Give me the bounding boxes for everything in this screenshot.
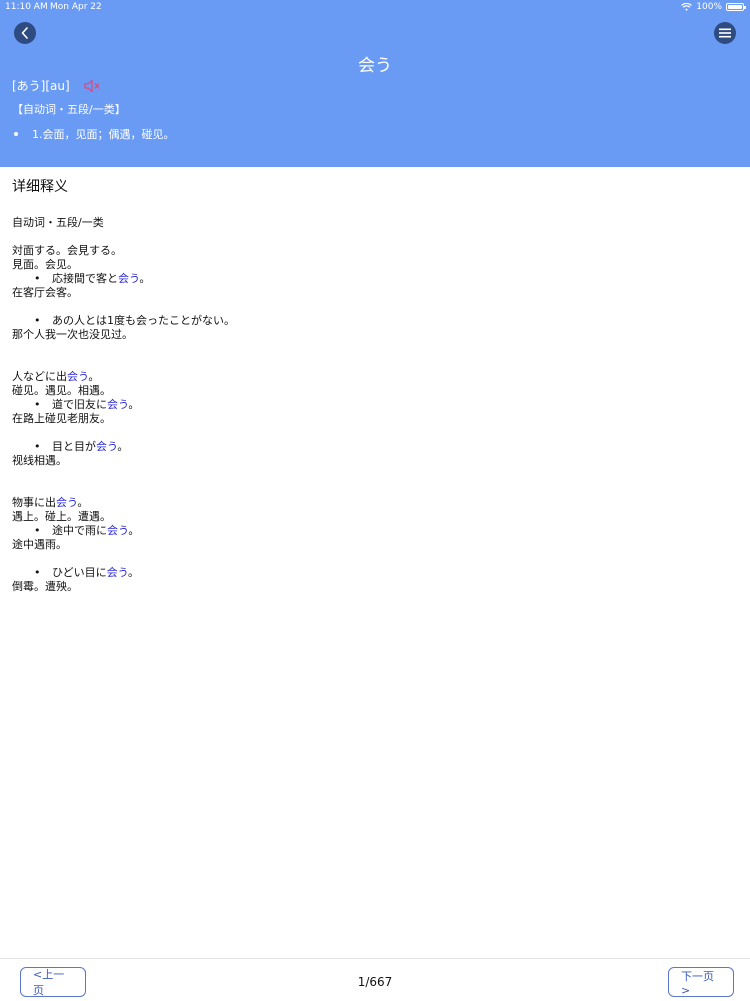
speaker-muted-icon — [84, 79, 100, 92]
highlight-word: 会う — [96, 440, 118, 453]
bullet-dot — [14, 132, 18, 136]
detail-title: 详细释义 — [12, 179, 68, 195]
pagination-bar: <上一页 1/667 下一页> — [0, 958, 750, 1001]
menu-button[interactable] — [714, 22, 736, 44]
highlight-word: 会う — [107, 524, 129, 537]
definition-line: 見面。会见。 — [12, 258, 78, 271]
highlight-word: 会う — [56, 496, 78, 509]
definition-line: 対面する。会見する。 — [12, 244, 122, 257]
status-time: 11:10 AM — [5, 2, 48, 12]
example-sentence: ひどい目に会う。 — [12, 566, 732, 580]
battery-percent: 100% — [696, 2, 722, 12]
example-sentence: あの人とは1度も会ったことがない。 — [12, 314, 732, 328]
short-meaning: 1.会面，见面；偶遇，碰见。 — [14, 126, 175, 142]
reading-row: [あう][au] — [12, 77, 102, 94]
detail-content: 详细释义 自动词・五段/一类 対面する。会見する。 見面。会见。 応接間で客と会… — [12, 178, 732, 594]
word-title: 会う — [358, 56, 392, 76]
example-translation: 在路上碰见老朋友。 — [12, 412, 111, 425]
page-indicator: 1/667 — [357, 975, 393, 989]
example-translation: 在客厅会客。 — [12, 286, 78, 299]
status-bar: 11:10 AM Mon Apr 22 100% — [0, 0, 750, 16]
definition-line: 碰见。遇见。相遇。 — [12, 384, 111, 397]
menu-icon — [719, 28, 731, 38]
example-sentence: 途中で雨に会う。 — [12, 524, 732, 538]
example-translation: 视线相遇。 — [12, 454, 67, 467]
example-translation: 倒霉。遭殃。 — [12, 580, 78, 593]
status-date: Mon Apr 22 — [50, 2, 102, 12]
chevron-left-icon — [21, 27, 28, 39]
highlight-word: 会う — [67, 370, 89, 383]
example-sentence: 道で旧友に会う。 — [12, 398, 732, 412]
example-sentence: 応接間で客と会う。 — [12, 272, 732, 286]
word-reading: [あう][au] — [12, 79, 70, 93]
highlight-word: 会う — [107, 398, 129, 411]
part-of-speech: 【自动词・五段/一类】 — [12, 103, 126, 116]
highlight-word: 会う — [106, 566, 129, 579]
speaker-button[interactable] — [84, 79, 102, 93]
definition-line: 人などに出会う。 — [12, 370, 100, 383]
detail-pos: 自动词・五段/一类 — [12, 216, 104, 229]
highlight-word: 会う — [118, 272, 140, 285]
status-right: 100% — [681, 2, 746, 12]
battery-icon — [726, 3, 746, 11]
short-meaning-text: 1.会面，见面；偶遇，碰见。 — [32, 128, 175, 141]
wifi-icon — [681, 3, 693, 11]
definition-line: 遇上。碰上。遭遇。 — [12, 510, 111, 523]
back-button[interactable] — [14, 22, 36, 44]
example-translation: 途中遇雨。 — [12, 538, 67, 551]
example-sentence: 目と目が会う。 — [12, 440, 732, 454]
example-translation: 那个人我一次也没见过。 — [12, 328, 133, 341]
next-page-button[interactable]: 下一页> — [668, 967, 734, 997]
header: 11:10 AM Mon Apr 22 100% 会う [あう][au] 【自动… — [0, 0, 750, 167]
definition-line: 物事に出会う。 — [12, 496, 89, 509]
